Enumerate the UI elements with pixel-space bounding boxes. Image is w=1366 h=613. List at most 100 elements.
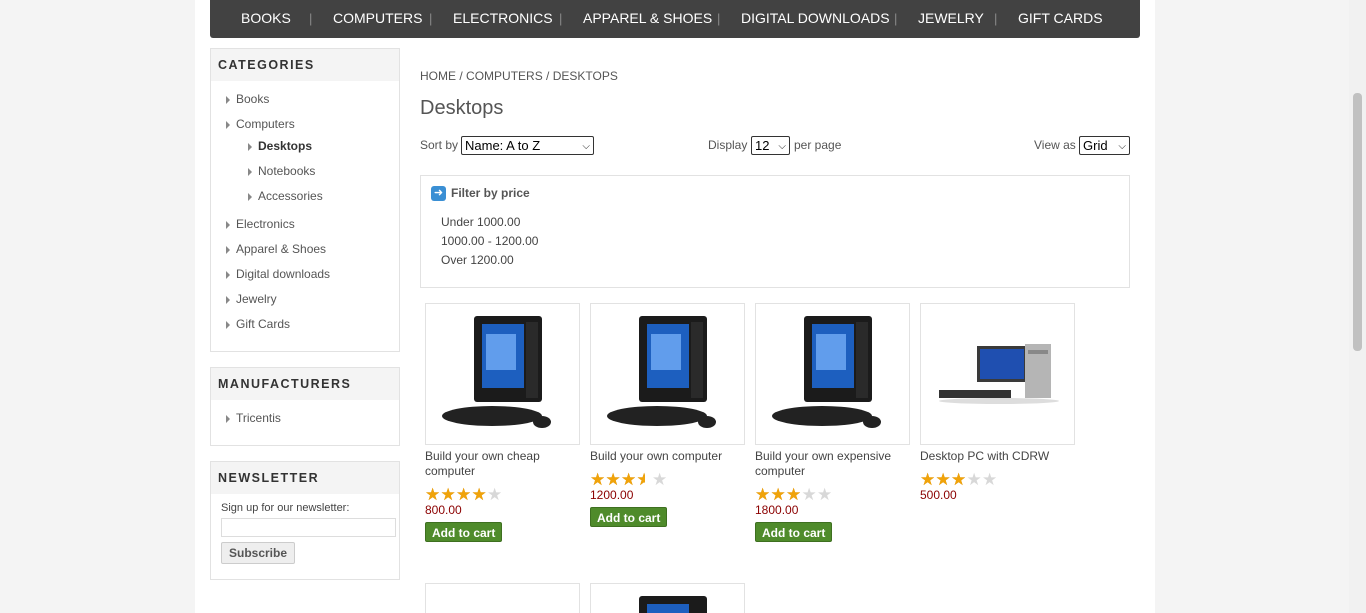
- menu-separator: |: [309, 11, 313, 26]
- product-price: 500.00: [920, 488, 957, 502]
- chevron-down-icon: ⌵: [582, 141, 590, 152]
- product-price: 1200.00: [590, 488, 634, 502]
- category-digital-downloads[interactable]: Digital downloads: [226, 267, 330, 281]
- star-icon: ★: [755, 485, 771, 504]
- breadcrumb: HOME / COMPUTERS / DESKTOPS: [420, 69, 618, 83]
- star-icon: ★: [982, 470, 998, 489]
- category-books[interactable]: Books: [226, 92, 269, 106]
- menu-separator: |: [894, 11, 898, 26]
- scrollbar-thumb[interactable]: [1353, 93, 1362, 351]
- product-image-own-computer[interactable]: [590, 303, 745, 445]
- category-computers[interactable]: Computers: [226, 117, 295, 131]
- category-electronics[interactable]: Electronics: [226, 217, 295, 231]
- star-icon: ★: [621, 470, 637, 489]
- sort-label: Sort by: [420, 138, 459, 152]
- menu-books[interactable]: BOOKS: [241, 10, 291, 26]
- star-icon: ★: [935, 470, 951, 489]
- chevron-down-icon: ⌵: [778, 141, 786, 152]
- star-icon: ★: [456, 485, 472, 504]
- breadcrumb-computers[interactable]: COMPUTERS: [466, 69, 543, 83]
- newsletter-label: Sign up for our newsletter:: [221, 502, 350, 514]
- filter-title: Filter by price: [451, 186, 530, 200]
- menu-computers[interactable]: COMPUTERS: [333, 10, 422, 26]
- triangle-right-icon: [226, 271, 230, 279]
- star-icon: ★: [487, 485, 503, 504]
- category-notebooks[interactable]: Notebooks: [248, 164, 315, 178]
- triangle-right-icon: [226, 221, 230, 229]
- price-range-under-1000[interactable]: Under 1000.00: [441, 215, 520, 229]
- breadcrumb-home[interactable]: HOME: [420, 69, 456, 83]
- manufacturer-tricentis[interactable]: Tricentis: [226, 411, 281, 425]
- subscribe-button[interactable]: Subscribe: [221, 542, 295, 564]
- page-title: Desktops: [420, 97, 504, 119]
- product-title[interactable]: Desktop PC with CDRW: [920, 449, 1070, 464]
- product-title[interactable]: Build your own computer: [590, 449, 740, 464]
- star-icon: ★: [966, 470, 982, 489]
- breadcrumb-current: DESKTOPS: [552, 69, 618, 83]
- star-icon: ★: [440, 485, 456, 504]
- triangle-right-icon: [226, 246, 230, 254]
- manufacturers-title: MANUFACTURERS: [211, 368, 399, 400]
- category-jewelry[interactable]: Jewelry: [226, 292, 277, 306]
- price-range-1000-1200[interactable]: 1000.00 - 1200.00: [441, 234, 538, 248]
- category-accessories[interactable]: Accessories: [248, 189, 323, 203]
- menu-jewelry[interactable]: JEWELRY: [918, 10, 984, 26]
- product-image-next-row[interactable]: [425, 583, 580, 613]
- star-icon: ★: [817, 485, 833, 504]
- product-rating-stars: ★★★★★: [425, 485, 503, 504]
- menu-separator: |: [717, 11, 721, 26]
- scrollbar[interactable]: [1349, 0, 1366, 613]
- category-desktops[interactable]: Desktops: [248, 139, 312, 153]
- top-menu: BOOKS | COMPUTERS | ELECTRONICS | APPARE…: [210, 0, 1140, 38]
- star-icon: ★: [471, 485, 487, 504]
- product-title[interactable]: Build your own cheap computer: [425, 449, 575, 479]
- desktop-tower-image: [607, 316, 716, 428]
- product-price: 800.00: [425, 503, 462, 517]
- category-gift-cards[interactable]: Gift Cards: [226, 317, 290, 331]
- price-range-over-1200[interactable]: Over 1200.00: [441, 253, 514, 267]
- category-apparel-shoes[interactable]: Apparel & Shoes: [226, 242, 326, 256]
- menu-digital-downloads[interactable]: DIGITAL DOWNLOADS: [741, 10, 890, 26]
- star-icon: ★: [652, 470, 668, 489]
- product-image-desktop-cdrw[interactable]: [920, 303, 1075, 445]
- menu-separator: |: [994, 11, 998, 26]
- product-title[interactable]: Build your own expensive computer: [755, 449, 905, 479]
- star-icon: ★: [590, 470, 606, 489]
- product-image-expensive-computer[interactable]: [755, 303, 910, 445]
- view-as-select[interactable]: Grid ⌵: [1079, 136, 1130, 155]
- star-icon: ★: [920, 470, 936, 489]
- product-price: 1800.00: [755, 503, 799, 517]
- triangle-right-icon: [226, 321, 230, 329]
- product-rating-stars: ★★★★★: [755, 485, 833, 504]
- product-image-cheap-computer[interactable]: [425, 303, 580, 445]
- menu-apparel-shoes[interactable]: APPAREL & SHOES: [583, 10, 712, 26]
- menu-gift-cards[interactable]: GIFT CARDS: [1018, 10, 1103, 26]
- desktop-tower-image: [639, 596, 707, 613]
- add-to-cart-button[interactable]: Add to cart: [590, 507, 668, 527]
- star-icon: ★: [636, 470, 652, 489]
- menu-separator: |: [559, 11, 563, 26]
- newsletter-email-input[interactable]: [221, 518, 396, 537]
- triangle-right-icon: [248, 168, 252, 176]
- breadcrumb-separator: /: [459, 69, 463, 83]
- view-as-label: View as: [1034, 138, 1076, 152]
- display-select[interactable]: 12 ⌵: [751, 136, 790, 155]
- newsletter-title: NEWSLETTER: [211, 462, 399, 494]
- product-image-next-row[interactable]: [590, 583, 745, 613]
- triangle-right-icon: [248, 143, 252, 151]
- menu-separator: |: [429, 11, 433, 26]
- triangle-right-icon: [248, 193, 252, 201]
- triangle-right-icon: [226, 415, 230, 423]
- sort-select[interactable]: Name: A to Z ⌵: [461, 136, 594, 155]
- star-icon: ★: [786, 485, 802, 504]
- desktop-pc-image: [939, 344, 1059, 404]
- categories-title: CATEGORIES: [211, 49, 399, 81]
- star-icon: ★: [605, 470, 621, 489]
- triangle-right-icon: [226, 121, 230, 129]
- add-to-cart-button[interactable]: Add to cart: [755, 522, 833, 542]
- star-icon: ★: [801, 485, 817, 504]
- menu-electronics[interactable]: ELECTRONICS: [453, 10, 553, 26]
- chevron-down-icon: ⌵: [1118, 141, 1126, 152]
- star-icon: ★: [951, 470, 967, 489]
- add-to-cart-button[interactable]: Add to cart: [425, 522, 503, 542]
